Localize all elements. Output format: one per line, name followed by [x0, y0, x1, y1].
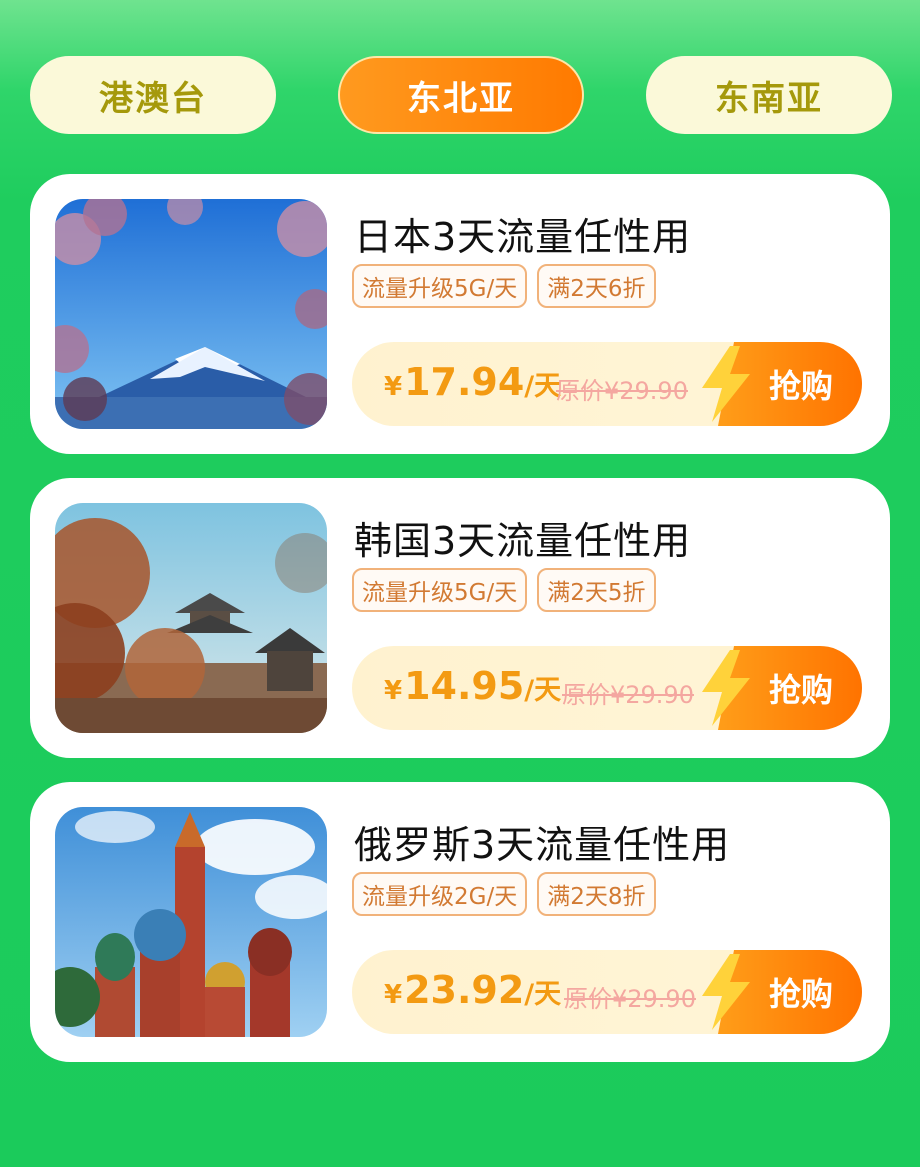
original-price: 原价¥29.90 [562, 681, 694, 709]
product-tags: 流量升级5G/天 满2天6折 [352, 264, 656, 308]
product-card-russia[interactable]: 俄罗斯3天流量任性用 流量升级2G/天 满2天8折 ¥23.92/天 原价¥29… [30, 782, 890, 1062]
price-bar: ¥17.94/天 原价¥29.90 抢购 [352, 342, 862, 426]
original-price: 原价¥29.90 [556, 377, 688, 405]
product-tags: 流量升级2G/天 满2天8折 [352, 872, 656, 916]
tag-data-upgrade: 流量升级5G/天 [352, 264, 528, 308]
tag-data-upgrade: 流量升级2G/天 [352, 872, 528, 916]
current-price: ¥17.94/天 [384, 360, 562, 404]
original-price: 原价¥29.90 [564, 985, 696, 1013]
price-bar: ¥23.92/天 原价¥29.90 抢购 [352, 950, 862, 1034]
tab-hk-macau-taiwan[interactable]: 港澳台 [30, 56, 276, 134]
current-price: ¥23.92/天 [384, 968, 562, 1012]
product-title: 日本3天流量任性用 [354, 215, 692, 259]
st-basil-cathedral-photo [55, 807, 327, 1037]
product-card-japan[interactable]: 日本3天流量任性用 流量升级5G/天 满2天6折 ¥17.94/天 原价¥29.… [30, 174, 890, 454]
korean-pagoda-photo [55, 503, 327, 733]
lightning-bolt-icon [702, 346, 750, 422]
lightning-bolt-icon [702, 650, 750, 726]
product-title: 俄罗斯3天流量任性用 [354, 823, 731, 867]
product-title: 韩国3天流量任性用 [354, 519, 692, 563]
tag-discount: 满2天8折 [537, 872, 656, 916]
lightning-bolt-icon [702, 954, 750, 1030]
mount-fuji-photo [55, 199, 327, 429]
tag-discount: 满2天5折 [537, 568, 656, 612]
current-price: ¥14.95/天 [384, 664, 562, 708]
tab-southeast-asia[interactable]: 东南亚 [646, 56, 892, 134]
tab-northeast-asia[interactable]: 东北亚 [338, 56, 584, 134]
product-tags: 流量升级5G/天 满2天5折 [352, 568, 656, 612]
region-tabs: 港澳台 东北亚 东南亚 [30, 56, 892, 134]
product-card-korea[interactable]: 韩国3天流量任性用 流量升级5G/天 满2天5折 ¥14.95/天 原价¥29.… [30, 478, 890, 758]
tag-data-upgrade: 流量升级5G/天 [352, 568, 528, 612]
tag-discount: 满2天6折 [537, 264, 656, 308]
price-bar: ¥14.95/天 原价¥29.90 抢购 [352, 646, 862, 730]
